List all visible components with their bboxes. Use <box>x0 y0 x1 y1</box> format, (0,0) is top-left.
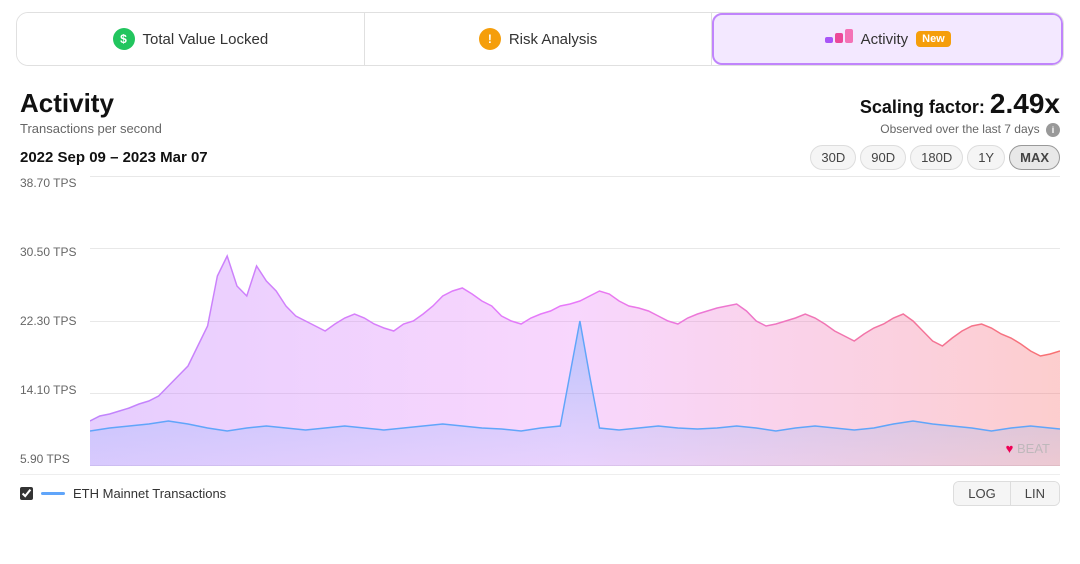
chart-header-left: Activity Transactions per second <box>20 88 162 136</box>
legend-checkbox[interactable] <box>20 487 33 500</box>
y-axis-labels: 38.70 TPS 30.50 TPS 22.30 TPS 14.10 TPS … <box>20 176 90 466</box>
time-btn-30d[interactable]: 30D <box>810 145 856 170</box>
time-btn-90d[interactable]: 90D <box>860 145 906 170</box>
chart-title: Activity <box>20 88 162 119</box>
y-label-4: 14.10 TPS <box>20 383 90 397</box>
y-label-5: 5.90 TPS <box>20 452 90 466</box>
chart-container: 38.70 TPS 30.50 TPS 22.30 TPS 14.10 TPS … <box>20 176 1060 516</box>
tab-activity[interactable]: Activity New <box>712 13 1063 65</box>
chart-footer: ETH Mainnet Transactions LOG LIN <box>20 474 1060 512</box>
watermark: ♥ BEAT <box>1006 441 1050 456</box>
time-btn-1y[interactable]: 1Y <box>967 145 1005 170</box>
y-label-2: 30.50 TPS <box>20 245 90 259</box>
tab-bar: $ Total Value Locked ! Risk Analysis Act… <box>16 12 1064 66</box>
warning-icon: ! <box>479 28 501 50</box>
lin-button[interactable]: LIN <box>1011 482 1059 505</box>
watermark-heart: ♥ <box>1006 441 1014 456</box>
time-buttons: 30D 90D 180D 1Y MAX <box>810 145 1060 170</box>
date-range-row: 2022 Sep 09 – 2023 Mar 07 30D 90D 180D 1… <box>20 145 1060 170</box>
legend-check <box>20 487 33 500</box>
scaling-value: 2.49x <box>990 88 1060 119</box>
y-label-1: 38.70 TPS <box>20 176 90 190</box>
scaling-label: Scaling factor: 2.49x <box>860 88 1060 120</box>
tab-risk[interactable]: ! Risk Analysis <box>365 13 713 65</box>
scaling-label-text: Scaling factor: <box>860 97 985 117</box>
tab-tvl-label: Total Value Locked <box>143 31 269 48</box>
tab-risk-label: Risk Analysis <box>509 31 597 48</box>
log-button[interactable]: LOG <box>954 482 1010 505</box>
chart-svg: ♥ BEAT <box>90 176 1060 466</box>
new-badge: New <box>916 31 951 47</box>
watermark-text: BEAT <box>1017 441 1050 456</box>
info-icon[interactable]: i <box>1046 123 1060 137</box>
legend-line-blue <box>41 492 65 495</box>
log-lin-buttons: LOG LIN <box>953 481 1060 506</box>
activity-icon <box>825 29 853 49</box>
chart-subtitle: Transactions per second <box>20 121 162 136</box>
tab-tvl[interactable]: $ Total Value Locked <box>17 13 365 65</box>
main-content: Activity Transactions per second Scaling… <box>0 78 1080 516</box>
time-btn-max[interactable]: MAX <box>1009 145 1060 170</box>
dollar-icon: $ <box>113 28 135 50</box>
scaling-sub: Observed over the last 7 days i <box>860 122 1060 137</box>
legend-label: ETH Mainnet Transactions <box>73 486 226 501</box>
legend-line <box>41 492 65 495</box>
chart-area: 38.70 TPS 30.50 TPS 22.30 TPS 14.10 TPS … <box>20 176 1060 466</box>
y-label-3: 22.30 TPS <box>20 314 90 328</box>
header-row: Activity Transactions per second Scaling… <box>20 88 1060 137</box>
time-btn-180d[interactable]: 180D <box>910 145 963 170</box>
date-range: 2022 Sep 09 – 2023 Mar 07 <box>20 149 208 166</box>
legend-item: ETH Mainnet Transactions <box>20 486 226 501</box>
scaling-info: Scaling factor: 2.49x Observed over the … <box>860 88 1060 137</box>
tab-activity-label: Activity <box>861 31 909 48</box>
